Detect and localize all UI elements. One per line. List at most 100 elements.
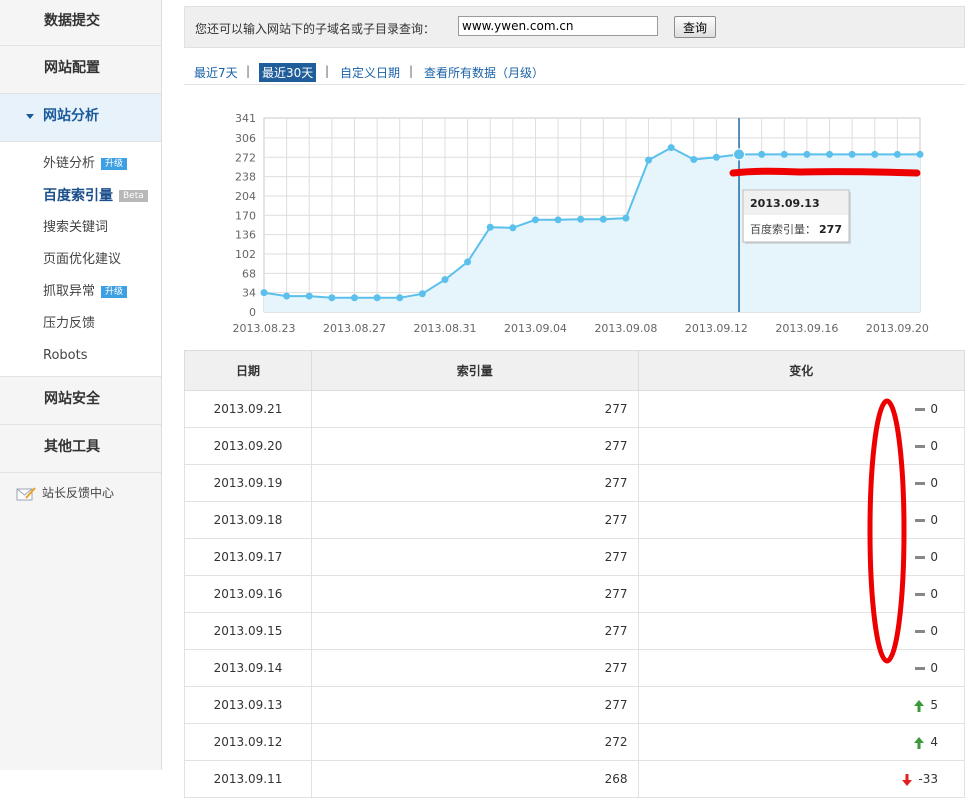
change-value: 0: [930, 476, 938, 490]
cell-index-count: 277: [311, 390, 639, 428]
data-point: [733, 148, 746, 161]
change-value: 4: [930, 735, 938, 749]
sidebar-item-crawl-errors[interactable]: 抓取异常 升级: [0, 276, 161, 308]
feedback-center-link[interactable]: 站长反馈中心: [0, 473, 161, 513]
y-tick-label: 68: [242, 267, 256, 280]
y-tick-label: 0: [249, 306, 256, 319]
table-row: 2013.09.11 268 -33: [184, 760, 965, 798]
sidebar-section-other-tools[interactable]: 其他工具: [0, 425, 161, 473]
cell-index-count: 277: [311, 538, 639, 576]
col-header-index-count: 索引量: [311, 350, 639, 391]
table-row: 2013.09.21 277 0: [184, 390, 965, 428]
cell-change: 0: [637, 612, 965, 650]
x-tick-label: 2013.09.04: [504, 322, 567, 335]
dash-icon: [915, 593, 926, 596]
cell-change: 0: [637, 538, 965, 576]
sidebar-section-site-analysis[interactable]: 网站分析: [0, 94, 161, 142]
analysis-submenu: 外链分析 升级 百度索引量 Beta 搜索关键词 页面优化建议 抓取异常 升级 压力反…: [0, 142, 161, 377]
x-tick-label: 2013.08.31: [413, 322, 476, 335]
range-separator: |: [325, 64, 330, 78]
cell-index-count: 277: [311, 501, 639, 539]
sidebar-item-label: 外链分析: [43, 156, 96, 171]
data-point: [848, 150, 856, 158]
change-value: 0: [930, 513, 938, 527]
dash-icon: [915, 519, 926, 522]
index-line-chart: 341 306 272 238 204 170 136 102 68 34 0 2013.08.23 2…: [233, 112, 929, 335]
x-tick-label: 2013.09.12: [685, 322, 748, 335]
data-point: [418, 290, 426, 298]
range-custom-date[interactable]: 自定义日期: [340, 64, 400, 81]
data-point: [509, 224, 517, 232]
date-range-bar: 最近7天 | 最近30天 | 自定义日期 | 查看所有数据（月级）: [184, 58, 965, 85]
x-tick-label: 2013.09.08: [594, 322, 657, 335]
sidebar-section-label: 数据提交: [44, 13, 100, 29]
data-point: [396, 294, 404, 302]
table-row: 2013.09.17 277 0: [184, 538, 965, 576]
query-button[interactable]: 查询: [674, 16, 716, 38]
table-header-row: 日期 索引量 变化: [184, 350, 965, 391]
data-point: [622, 214, 630, 222]
sidebar-item-baidu-index[interactable]: 百度索引量 Beta: [0, 180, 161, 212]
index-chart: 341 306 272 238 204 170 136 102 68 34 0 2013.08.23 2…: [184, 90, 965, 342]
col-header-date: 日期: [184, 350, 312, 391]
change-value: 0: [930, 550, 938, 564]
envelope-pencil-icon: [16, 486, 36, 500]
cell-date: 2013.09.11: [184, 760, 312, 798]
table-row: 2013.09.12 272 4: [184, 723, 965, 761]
sidebar-item-label: 百度索引量: [43, 188, 113, 204]
x-tick-label: 2013.08.27: [323, 322, 386, 335]
x-tick-label: 2013.09.20: [866, 322, 929, 335]
triangle-down-icon: [26, 113, 34, 119]
cell-date: 2013.09.16: [184, 575, 312, 613]
change-value: 5: [930, 698, 938, 712]
change-value: 0: [930, 587, 938, 601]
data-point: [350, 294, 358, 302]
range-separator: |: [246, 64, 251, 78]
range-separator: |: [409, 64, 414, 78]
data-point: [328, 294, 336, 302]
change-value: 0: [930, 624, 938, 638]
upgrade-badge: 升级: [101, 285, 128, 298]
cell-change: -33: [637, 760, 965, 798]
data-point: [486, 223, 494, 231]
table-row: 2013.09.20 277 0: [184, 427, 965, 465]
cell-date: 2013.09.14: [184, 649, 312, 687]
dash-icon: [915, 667, 926, 670]
sidebar-item-pressure-feedback[interactable]: 压力反馈: [0, 308, 161, 340]
sidebar-section-label: 网站安全: [44, 391, 100, 407]
feedback-label: 站长反馈中心: [42, 486, 115, 500]
cell-change: 5: [637, 686, 965, 724]
y-tick-label: 34: [242, 287, 256, 300]
data-point: [826, 150, 834, 158]
sidebar-item-search-keywords[interactable]: 搜索关键词: [0, 212, 161, 244]
sidebar-item-backlink-analysis[interactable]: 外链分析 升级: [0, 148, 161, 180]
sidebar-item-label: 页面优化建议: [43, 252, 122, 267]
sidebar-section-site-config[interactable]: 网站配置: [0, 46, 161, 94]
cell-index-count: 277: [311, 612, 639, 650]
subdomain-search-input[interactable]: [458, 16, 658, 36]
change-value: -33: [918, 772, 938, 786]
sidebar-item-label: Robots: [43, 348, 88, 363]
table-row: 2013.09.16 277 0: [184, 575, 965, 613]
data-point: [893, 150, 901, 158]
cell-index-count: 277: [311, 686, 639, 724]
sidebar-item-page-optimization[interactable]: 页面优化建议: [0, 244, 161, 276]
upgrade-badge: 升级: [101, 157, 128, 170]
dash-icon: [915, 556, 926, 559]
sidebar-item-robots[interactable]: Robots: [0, 340, 161, 372]
range-all-data-monthly[interactable]: 查看所有数据（月级）: [424, 64, 544, 81]
cell-date: 2013.09.15: [184, 612, 312, 650]
sidebar-section-data-submit[interactable]: 数据提交: [0, 0, 161, 46]
data-point: [871, 150, 879, 158]
y-tick-label: 170: [235, 209, 256, 222]
range-last-30-days[interactable]: 最近30天: [259, 63, 317, 82]
cell-change: 0: [637, 427, 965, 465]
sidebar-section-site-security[interactable]: 网站安全: [0, 377, 161, 425]
data-point: [283, 292, 291, 300]
data-point: [577, 215, 585, 223]
range-last-7-days[interactable]: 最近7天: [194, 64, 238, 81]
tooltip-date: 2013.09.13: [750, 197, 820, 210]
dash-icon: [915, 482, 926, 485]
table-row: 2013.09.19 277 0: [184, 464, 965, 502]
y-tick-label: 341: [235, 112, 256, 125]
